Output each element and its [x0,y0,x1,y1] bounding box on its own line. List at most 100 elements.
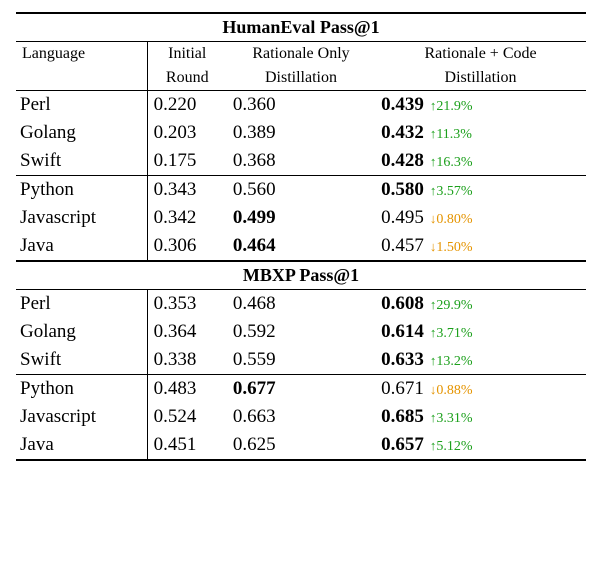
rationale-cell: 0.625 [227,431,375,460]
delta-text: 3.31% [436,411,472,426]
delta-text: 11.3% [436,127,472,142]
language-cell: Python [16,176,147,204]
table-row: Python0.4830.6770.671↓0.88% [16,375,586,403]
delta-badge: ↑21.9% [424,99,473,114]
col-header-rationale: Rationale Only [227,42,375,66]
code-cell: 0.428↑16.3% [375,147,586,176]
delta-text: 1.50% [436,240,472,255]
code-value: 0.657 [381,434,424,455]
col-header-initial: Initial [147,42,227,66]
code-cell: 0.457↓1.50% [375,232,586,261]
col-header-initial-sub: Round [147,66,227,91]
code-value: 0.671 [381,378,424,399]
code-value: 0.495 [381,207,424,228]
rationale-cell: 0.389 [227,119,375,147]
delta-text: 0.88% [436,383,472,398]
table-row: Perl0.3530.4680.608↑29.9% [16,290,586,318]
table-row: Javascript0.5240.6630.685↑3.31% [16,403,586,431]
delta-text: 16.3% [436,155,472,170]
rationale-cell: 0.677 [227,375,375,403]
initial-cell: 0.220 [147,91,227,119]
delta-badge: ↑16.3% [424,155,473,170]
col-header-rationale-sub: Distillation [227,66,375,91]
delta-badge: ↑13.2% [424,354,473,369]
language-cell: Golang [16,119,147,147]
rationale-cell: 0.592 [227,318,375,346]
code-cell: 0.608↑29.9% [375,290,586,318]
language-cell: Javascript [16,403,147,431]
results-table: HumanEval Pass@1LanguageInitialRationale… [16,12,586,461]
code-cell: 0.633↑13.2% [375,346,586,375]
table-row: Java0.3060.4640.457↓1.50% [16,232,586,261]
code-cell: 0.580↑3.57% [375,176,586,204]
language-cell: Python [16,375,147,403]
delta-badge: ↑3.31% [424,411,473,426]
col-header-language: Language [16,42,147,66]
delta-badge: ↑29.9% [424,298,473,313]
delta-text: 3.57% [436,184,472,199]
delta-badge: ↑3.71% [424,326,473,341]
initial-cell: 0.175 [147,147,227,176]
code-value: 0.685 [381,406,424,427]
code-cell: 0.657↑5.12% [375,431,586,460]
initial-cell: 0.524 [147,403,227,431]
delta-text: 13.2% [436,354,472,369]
col-header-code-sub: Distillation [375,66,586,91]
table-row: Java0.4510.6250.657↑5.12% [16,431,586,460]
table-row: Swift0.3380.5590.633↑13.2% [16,346,586,375]
rationale-cell: 0.360 [227,91,375,119]
delta-text: 21.9% [436,99,472,114]
rationale-cell: 0.468 [227,290,375,318]
delta-badge: ↑3.57% [424,184,473,199]
code-cell: 0.495↓0.80% [375,204,586,232]
language-cell: Perl [16,91,147,119]
code-value: 0.608 [381,293,424,314]
language-cell: Javascript [16,204,147,232]
code-value: 0.580 [381,179,424,200]
table-row: Golang0.2030.3890.432↑11.3% [16,119,586,147]
code-value: 0.432 [381,122,424,143]
language-cell: Java [16,232,147,261]
rationale-cell: 0.663 [227,403,375,431]
section-title: HumanEval Pass@1 [16,14,586,42]
language-cell: Swift [16,147,147,176]
code-cell: 0.439↑21.9% [375,91,586,119]
rationale-cell: 0.464 [227,232,375,261]
initial-cell: 0.306 [147,232,227,261]
code-value: 0.614 [381,321,424,342]
code-cell: 0.685↑3.31% [375,403,586,431]
col-header-code: Rationale + Code [375,42,586,66]
code-cell: 0.614↑3.71% [375,318,586,346]
code-value: 0.457 [381,235,424,256]
table-row: Python0.3430.5600.580↑3.57% [16,176,586,204]
rationale-cell: 0.559 [227,346,375,375]
table-row: Swift0.1750.3680.428↑16.3% [16,147,586,176]
initial-cell: 0.203 [147,119,227,147]
rationale-cell: 0.560 [227,176,375,204]
delta-text: 3.71% [436,326,472,341]
initial-cell: 0.338 [147,346,227,375]
language-cell: Swift [16,346,147,375]
code-value: 0.633 [381,349,424,370]
delta-text: 5.12% [436,439,472,454]
table-row: Perl0.2200.3600.439↑21.9% [16,91,586,119]
code-value: 0.439 [381,94,424,115]
delta-badge: ↑11.3% [424,127,472,142]
delta-badge: ↓0.80% [424,212,473,227]
language-cell: Golang [16,318,147,346]
initial-cell: 0.451 [147,431,227,460]
delta-text: 0.80% [436,212,472,227]
rationale-cell: 0.499 [227,204,375,232]
delta-badge: ↓1.50% [424,240,473,255]
initial-cell: 0.364 [147,318,227,346]
initial-cell: 0.353 [147,290,227,318]
delta-badge: ↓0.88% [424,383,473,398]
initial-cell: 0.343 [147,176,227,204]
code-value: 0.428 [381,150,424,171]
section-title: MBXP Pass@1 [16,262,586,290]
code-cell: 0.671↓0.88% [375,375,586,403]
initial-cell: 0.342 [147,204,227,232]
col-header-language-sub [16,66,147,91]
code-cell: 0.432↑11.3% [375,119,586,147]
rationale-cell: 0.368 [227,147,375,176]
